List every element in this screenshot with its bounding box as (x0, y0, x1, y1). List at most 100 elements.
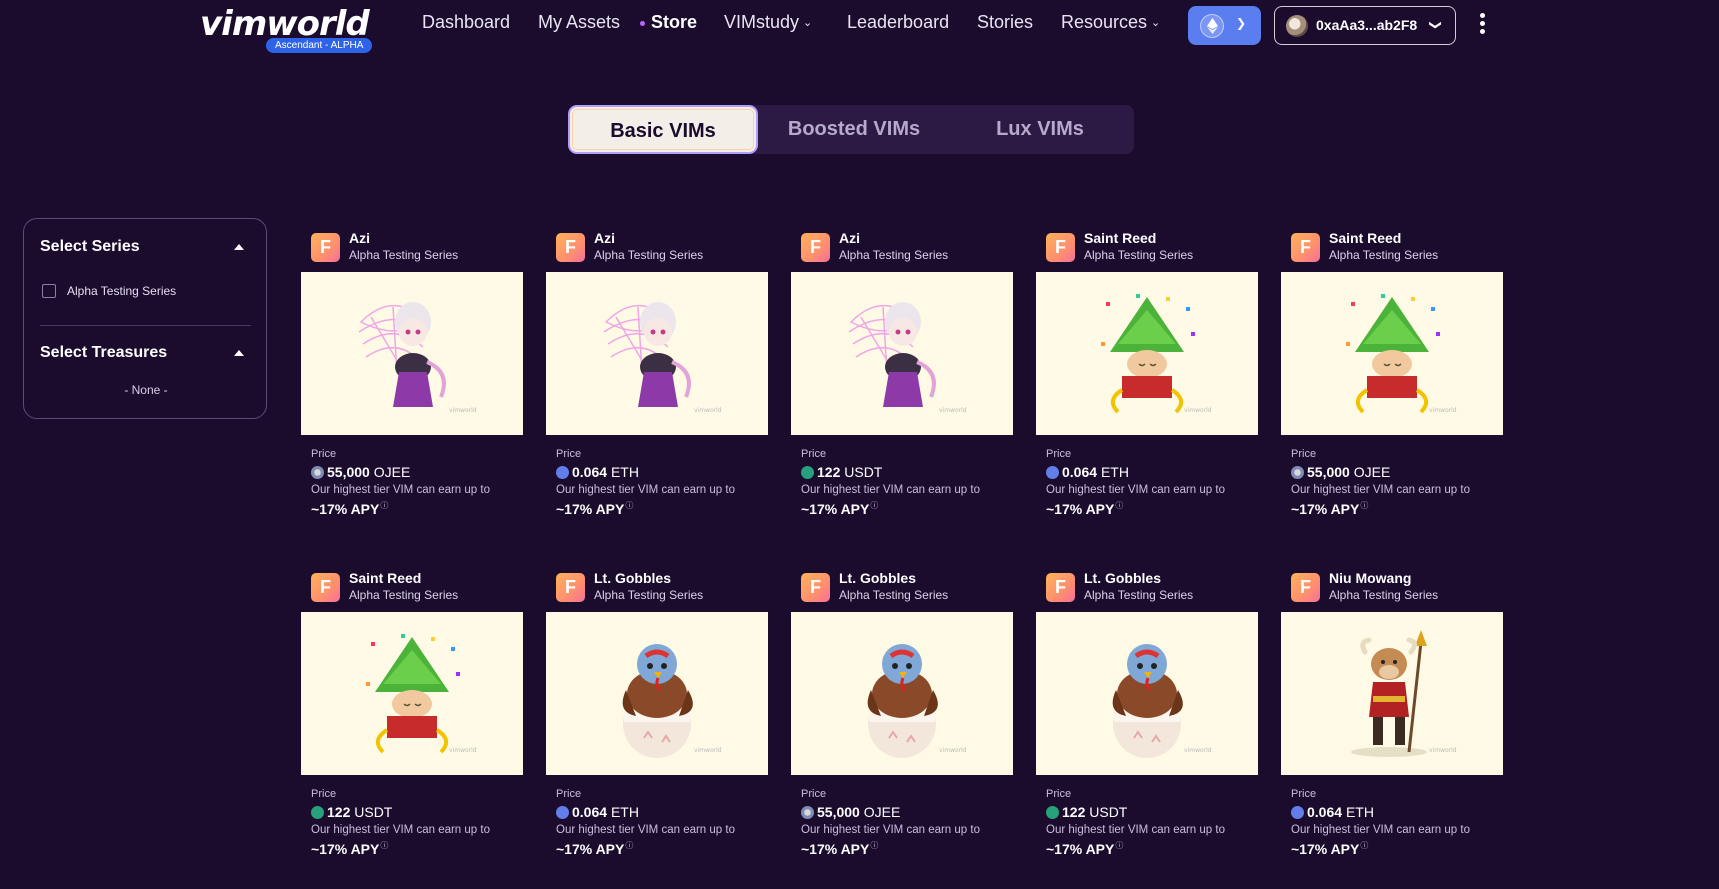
price-label: Price (556, 448, 582, 460)
price-value: 122 USDT (1046, 804, 1127, 820)
ojee-coin-icon (1291, 466, 1304, 479)
vimworld-logo[interactable]: vimworld Ascendant - ALPHA (200, 4, 380, 56)
info-icon[interactable]: ⓘ (380, 500, 388, 511)
info-icon[interactable]: ⓘ (1115, 840, 1123, 851)
apy-note: Our highest tier VIM can earn up to (1046, 484, 1225, 496)
price-amount: 55,000 (1307, 464, 1350, 480)
tab-boosted-vims[interactable]: Boosted VIMs (761, 107, 947, 152)
tier-letter: F (565, 237, 576, 257)
tier-badge: F (311, 233, 340, 262)
price-amount: 0.064 (1307, 804, 1343, 820)
vim-image[interactable]: vimworld (546, 272, 768, 435)
apy-value: ~17% APYⓘ (801, 500, 878, 517)
nav-vimstudy[interactable]: VIMstudy ⌄ (724, 12, 812, 33)
tier-badge: F (801, 573, 830, 602)
nav-store[interactable]: Store (640, 12, 697, 33)
vim-series: Alpha Testing Series (839, 248, 949, 262)
vim-image[interactable]: vimworld (301, 612, 523, 775)
price-value: 0.064 ETH (1291, 804, 1374, 820)
vim-name: Lt. Gobbles (1084, 570, 1161, 586)
vim-name: Niu Mowang (1329, 570, 1412, 586)
vim-card[interactable]: F Saint Reed Alpha Testing Series vimwor… (301, 558, 523, 858)
price-amount: 55,000 (817, 804, 860, 820)
vim-image[interactable]: vimworld (301, 272, 523, 435)
price-value: 55,000 OJEE (1291, 464, 1390, 480)
info-icon[interactable]: ⓘ (1115, 500, 1123, 511)
price-amount: 0.064 (572, 804, 608, 820)
vim-card[interactable]: F Lt. Gobbles Alpha Testing Series vimwo… (791, 558, 1013, 858)
price-label: Price (1291, 448, 1317, 460)
tier-letter: F (1300, 237, 1311, 257)
nav-resources[interactable]: Resources ⌄ (1061, 12, 1160, 33)
apy-value: ~17% APYⓘ (1291, 500, 1368, 517)
price-label: Price (311, 788, 337, 800)
vim-card[interactable]: F Lt. Gobbles Alpha Testing Series vimwo… (546, 558, 768, 858)
apy-note: Our highest tier VIM can earn up to (556, 824, 735, 836)
apy-note: Our highest tier VIM can earn up to (556, 484, 735, 496)
tier-letter: F (1300, 577, 1311, 597)
apy-text: ~17% APY (556, 501, 625, 517)
vim-image[interactable]: vimworld (1281, 272, 1503, 435)
divider (40, 325, 251, 326)
nav-leaderboard[interactable]: Leaderboard (847, 12, 949, 33)
apy-text: ~17% APY (801, 841, 870, 857)
apy-value: ~17% APYⓘ (801, 840, 878, 857)
caret-up-icon[interactable] (234, 244, 244, 250)
vim-image[interactable]: vimworld (1036, 272, 1258, 435)
vim-image[interactable]: vimworld (546, 612, 768, 775)
vim-card[interactable]: F Saint Reed Alpha Testing Series vimwor… (1281, 218, 1503, 518)
info-icon[interactable]: ⓘ (1360, 840, 1368, 851)
apy-value: ~17% APYⓘ (556, 840, 633, 857)
svg-text:vimworld: vimworld (449, 747, 477, 754)
vim-card[interactable]: F Lt. Gobbles Alpha Testing Series vimwo… (1036, 558, 1258, 858)
treasures-empty-text: - None - (124, 383, 168, 397)
vim-series: Alpha Testing Series (839, 588, 949, 602)
nav-label: Stories (977, 12, 1034, 32)
select-treasures-title[interactable]: Select Treasures (40, 344, 167, 362)
svg-text:vimworld: vimworld (694, 747, 722, 754)
vim-series: Alpha Testing Series (349, 248, 459, 262)
price-value: 0.064 ETH (1046, 464, 1129, 480)
vim-card[interactable]: F Azi Alpha Testing Series vimworld Pric… (301, 218, 523, 518)
info-icon[interactable]: ⓘ (870, 500, 878, 511)
vim-series: Alpha Testing Series (349, 588, 459, 602)
vim-name: Azi (594, 230, 615, 246)
ojee-coin-icon (311, 466, 324, 479)
price-currency: ETH (610, 804, 639, 820)
more-options-icon[interactable] (1474, 12, 1490, 40)
series-checkbox[interactable] (42, 284, 56, 298)
network-selector-button[interactable]: ❯ (1188, 6, 1261, 45)
price-amount: 55,000 (327, 464, 370, 480)
apy-text: ~17% APY (311, 841, 380, 857)
usdt-coin-icon (1046, 806, 1059, 819)
nav-stories[interactable]: Stories (977, 12, 1033, 33)
info-icon[interactable]: ⓘ (1360, 500, 1368, 511)
tab-basic-vims[interactable]: Basic VIMs (570, 107, 756, 152)
vim-card[interactable]: F Azi Alpha Testing Series vimworld Pric… (791, 218, 1013, 518)
info-icon[interactable]: ⓘ (625, 840, 633, 851)
nav-dashboard[interactable]: Dashboard (422, 12, 510, 33)
vim-name: Saint Reed (1084, 230, 1157, 246)
series-option-label[interactable]: Alpha Testing Series (67, 284, 176, 298)
tab-lux-vims[interactable]: Lux VIMs (947, 107, 1133, 152)
wallet-button[interactable]: 0xaAa3...ab2F8 ❯ (1274, 6, 1456, 45)
vim-card[interactable]: F Saint Reed Alpha Testing Series vimwor… (1036, 218, 1258, 518)
vim-card[interactable]: F Niu Mowang Alpha Testing Series vimwor… (1281, 558, 1503, 858)
vim-card[interactable]: F Azi Alpha Testing Series vimworld Pric… (546, 218, 768, 518)
vim-name: Azi (839, 230, 860, 246)
vim-image[interactable]: vimworld (1281, 612, 1503, 775)
svg-text:vimworld: vimworld (694, 407, 722, 414)
tier-badge: F (556, 233, 585, 262)
select-series-title[interactable]: Select Series (40, 238, 140, 256)
info-icon[interactable]: ⓘ (870, 840, 878, 851)
vim-image[interactable]: vimworld (791, 272, 1013, 435)
info-icon[interactable]: ⓘ (625, 500, 633, 511)
caret-up-icon[interactable] (234, 350, 244, 356)
nav-my-assets[interactable]: My Assets (538, 12, 620, 33)
price-currency: ETH (610, 464, 639, 480)
info-icon[interactable]: ⓘ (380, 840, 388, 851)
vim-image[interactable]: vimworld (791, 612, 1013, 775)
vim-image[interactable]: vimworld (1036, 612, 1258, 775)
vim-category-tabs: Basic VIMs Boosted VIMs Lux VIMs (569, 105, 1134, 154)
nav-label: Resources (1061, 12, 1148, 32)
